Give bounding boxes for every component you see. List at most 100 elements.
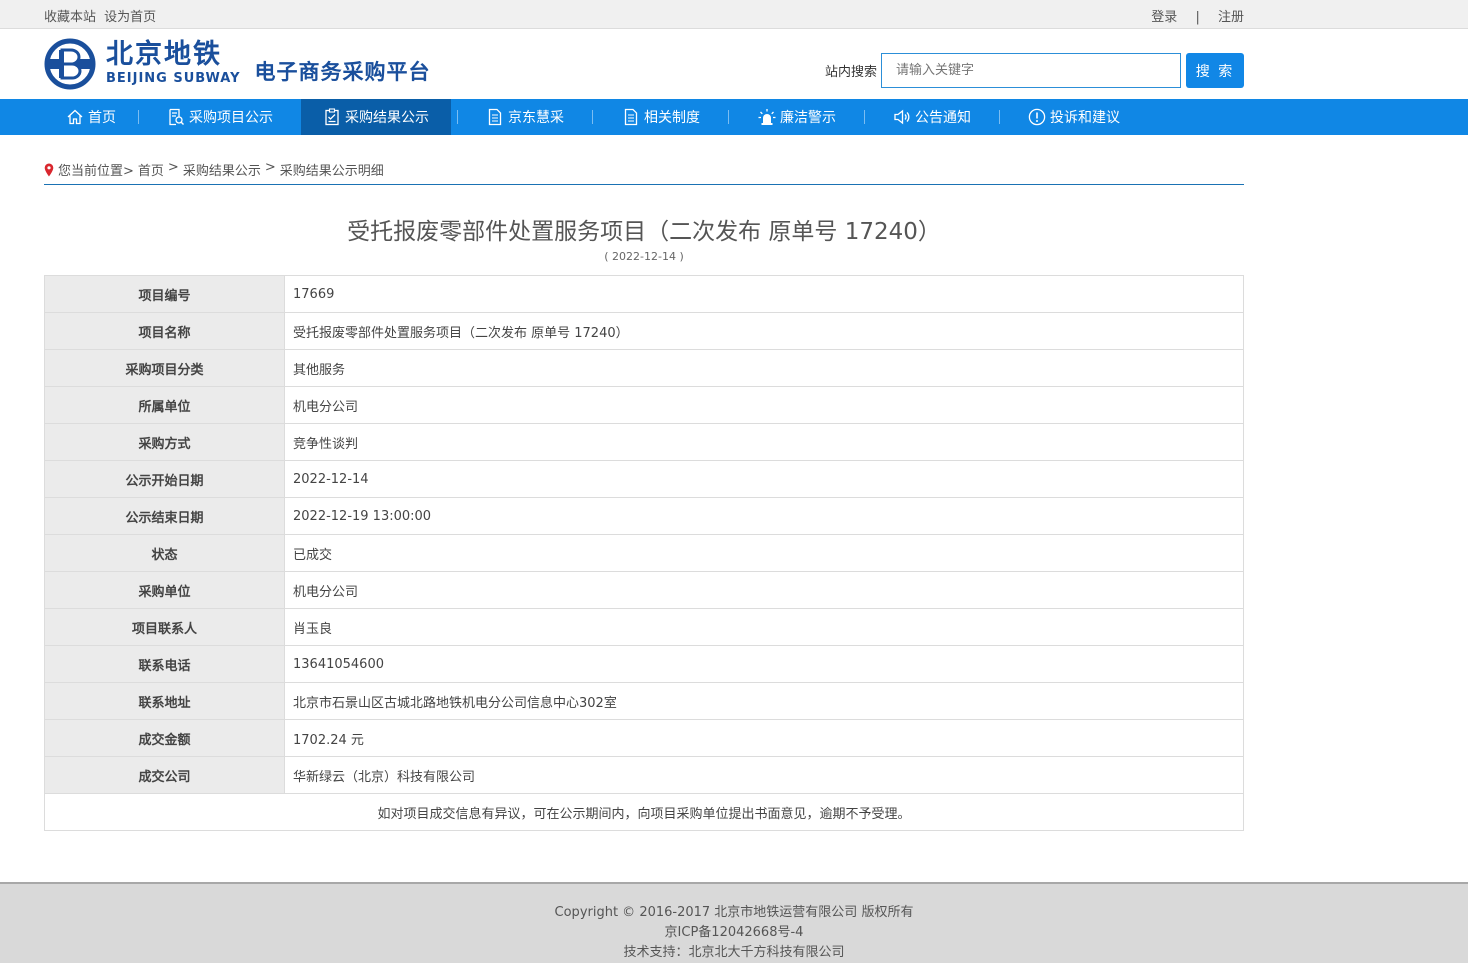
search-label: 站内搜索 — [824, 65, 877, 80]
footer-icp[interactable]: 京ICP备12042668号-4 — [0, 923, 1468, 943]
row-value: 机电分公司 — [284, 386, 1244, 424]
breadcrumb-separator: > — [167, 160, 179, 175]
row-key: 成交金额 — [44, 719, 285, 757]
search-input[interactable] — [881, 53, 1181, 88]
table-row: 公示开始日期 2022-12-14 — [44, 460, 1244, 498]
breadcrumb-separator: > — [264, 160, 276, 175]
set-homepage-link[interactable]: 设为首页 — [104, 10, 156, 25]
nav-item-complaints[interactable]: 投诉和建议 — [1000, 99, 1148, 135]
breadcrumb-current: 采购结果公示明细 — [279, 164, 384, 179]
table-row: 所属单位 机电分公司 — [44, 386, 1244, 424]
row-value: 肖玉良 — [284, 608, 1244, 646]
table-row: 采购单位 机电分公司 — [44, 571, 1244, 609]
login-link[interactable]: 登录 — [1151, 10, 1177, 25]
row-value: 2022-12-14 — [284, 460, 1244, 498]
nav-label: 公告通知 — [915, 110, 971, 126]
site-search: 站内搜索 搜 索 — [825, 53, 1244, 88]
nav-item-jd-huicai[interactable]: 京东慧采 — [458, 99, 592, 135]
table-row: 采购项目分类 其他服务 — [44, 349, 1244, 387]
objection-note: 如对项目成交信息有异议，可在公示期间内，向项目采购单位提出书面意见，逾期不予受理… — [44, 793, 1244, 831]
table-row: 成交金额 1702.24 元 — [44, 719, 1244, 757]
row-value: 1702.24 元 — [284, 719, 1244, 757]
nav-label: 首页 — [88, 110, 116, 126]
nav-item-integrity-warning[interactable]: 廉洁警示 — [729, 99, 864, 135]
row-value: 17669 — [284, 275, 1244, 313]
nav-item-procurement-projects[interactable]: 采购项目公示 — [139, 99, 301, 135]
row-key: 所属单位 — [44, 386, 285, 424]
row-value: 机电分公司 — [284, 571, 1244, 609]
page-title: 受托报废零部件处置服务项目（二次发布 原单号 17240） — [347, 219, 941, 245]
favorite-link[interactable]: 收藏本站 — [44, 10, 96, 25]
exclamation-circle-icon — [1028, 108, 1046, 126]
breadcrumb-prefix: 您当前位置> — [58, 164, 134, 179]
table-row: 联系电话 13641054600 — [44, 645, 1244, 683]
row-value: 受托报废零部件处置服务项目（二次发布 原单号 17240） — [284, 312, 1244, 350]
row-key: 成交公司 — [44, 756, 285, 794]
document-search-icon — [169, 108, 184, 126]
table-row: 状态 已成交 — [44, 534, 1244, 572]
publish-date: ( 2022-12-14 ) — [604, 250, 684, 263]
document-icon — [624, 108, 638, 126]
table-row: 如对项目成交信息有异议，可在公示期间内，向项目采购单位提出书面意见，逾期不予受理… — [44, 793, 1244, 831]
row-key: 项目名称 — [44, 312, 285, 350]
footer-support: 技术支持：北京北大千方科技有限公司 — [623, 945, 845, 960]
row-key: 采购项目分类 — [44, 349, 285, 387]
row-key: 状态 — [44, 534, 285, 572]
nav-label: 廉洁警示 — [780, 110, 836, 126]
nav-label: 京东慧采 — [508, 110, 564, 126]
row-key: 公示开始日期 — [44, 460, 285, 498]
document-icon — [488, 108, 502, 126]
row-value: 竞争性谈判 — [284, 423, 1244, 461]
table-row: 项目名称 受托报废零部件处置服务项目（二次发布 原单号 17240） — [44, 312, 1244, 350]
nav-item-announcements[interactable]: 公告通知 — [865, 99, 999, 135]
table-row: 成交公司 华新绿云（北京）科技有限公司 — [44, 756, 1244, 794]
checklist-icon — [325, 108, 339, 126]
row-value: 其他服务 — [284, 349, 1244, 387]
footer: Copyright © 2016-2017 北京市地铁运营有限公司 版权所有 京… — [0, 882, 1468, 963]
main-nav: 首页 采购项目公示 采购结果公示 京东慧采 相关制度 廉洁警示 公告通知 投诉和… — [0, 99, 1468, 135]
row-value: 2022-12-19 13:00:00 — [284, 497, 1244, 535]
row-value: 13641054600 — [284, 645, 1244, 683]
top-bar: 收藏本站 设为首页 登录 | 注册 — [0, 0, 1468, 29]
nav-item-regulations[interactable]: 相关制度 — [593, 99, 728, 135]
nav-label: 相关制度 — [644, 110, 700, 126]
speaker-icon — [894, 109, 910, 125]
details-table: 项目编号 17669 项目名称 受托报废零部件处置服务项目（二次发布 原单号 172… — [44, 275, 1244, 831]
table-row: 联系地址 北京市石景山区古城北路地铁机电分公司信息中心302室 — [44, 682, 1244, 720]
footer-copyright: Copyright © 2016-2017 北京市地铁运营有限公司 版权所有 — [554, 905, 914, 920]
platform-name: 电子商务采购平台 — [254, 60, 431, 84]
alarm-light-icon — [758, 109, 776, 125]
row-value: 已成交 — [284, 534, 1244, 572]
nav-label: 投诉和建议 — [1050, 110, 1120, 126]
breadcrumb-home[interactable]: 首页 — [138, 160, 164, 179]
breadcrumb: 您当前位置> 首页 > 采购结果公示 > 采购结果公示明细 — [44, 160, 1244, 185]
table-row: 项目编号 17669 — [44, 275, 1244, 313]
logo[interactable]: 北京地铁 BEIJING SUBWAY 电子商务采购平台 — [44, 38, 430, 90]
logo-name-en: BEIJING SUBWAY — [106, 71, 241, 86]
home-icon — [67, 109, 83, 125]
table-row: 公示结束日期 2022-12-19 13:00:00 — [44, 497, 1244, 535]
location-pin-icon — [44, 163, 54, 177]
search-button[interactable]: 搜 索 — [1186, 53, 1244, 88]
row-key: 项目编号 — [44, 275, 285, 313]
row-key: 公示结束日期 — [44, 497, 285, 535]
nav-item-procurement-results[interactable]: 采购结果公示 — [301, 99, 451, 135]
nav-label: 采购项目公示 — [189, 110, 273, 126]
nav-label: 采购结果公示 — [345, 110, 429, 126]
row-key: 采购方式 — [44, 423, 285, 461]
table-row: 项目联系人 肖玉良 — [44, 608, 1244, 646]
table-row: 采购方式 竞争性谈判 — [44, 423, 1244, 461]
row-key: 项目联系人 — [44, 608, 285, 646]
beijing-subway-logo-icon — [44, 38, 96, 90]
separator: | — [1195, 10, 1200, 25]
header: 北京地铁 BEIJING SUBWAY 电子商务采购平台 站内搜索 搜 索 — [0, 29, 1468, 99]
row-key: 联系地址 — [44, 682, 285, 720]
nav-item-home[interactable]: 首页 — [44, 99, 138, 135]
row-key: 采购单位 — [44, 571, 285, 609]
row-value: 北京市石景山区古城北路地铁机电分公司信息中心302室 — [284, 682, 1244, 720]
logo-name-cn: 北京地铁 — [106, 39, 222, 70]
register-link[interactable]: 注册 — [1218, 10, 1244, 25]
row-value: 华新绿云（北京）科技有限公司 — [284, 756, 1244, 794]
breadcrumb-section[interactable]: 采购结果公示 — [183, 160, 261, 179]
row-key: 联系电话 — [44, 645, 285, 683]
